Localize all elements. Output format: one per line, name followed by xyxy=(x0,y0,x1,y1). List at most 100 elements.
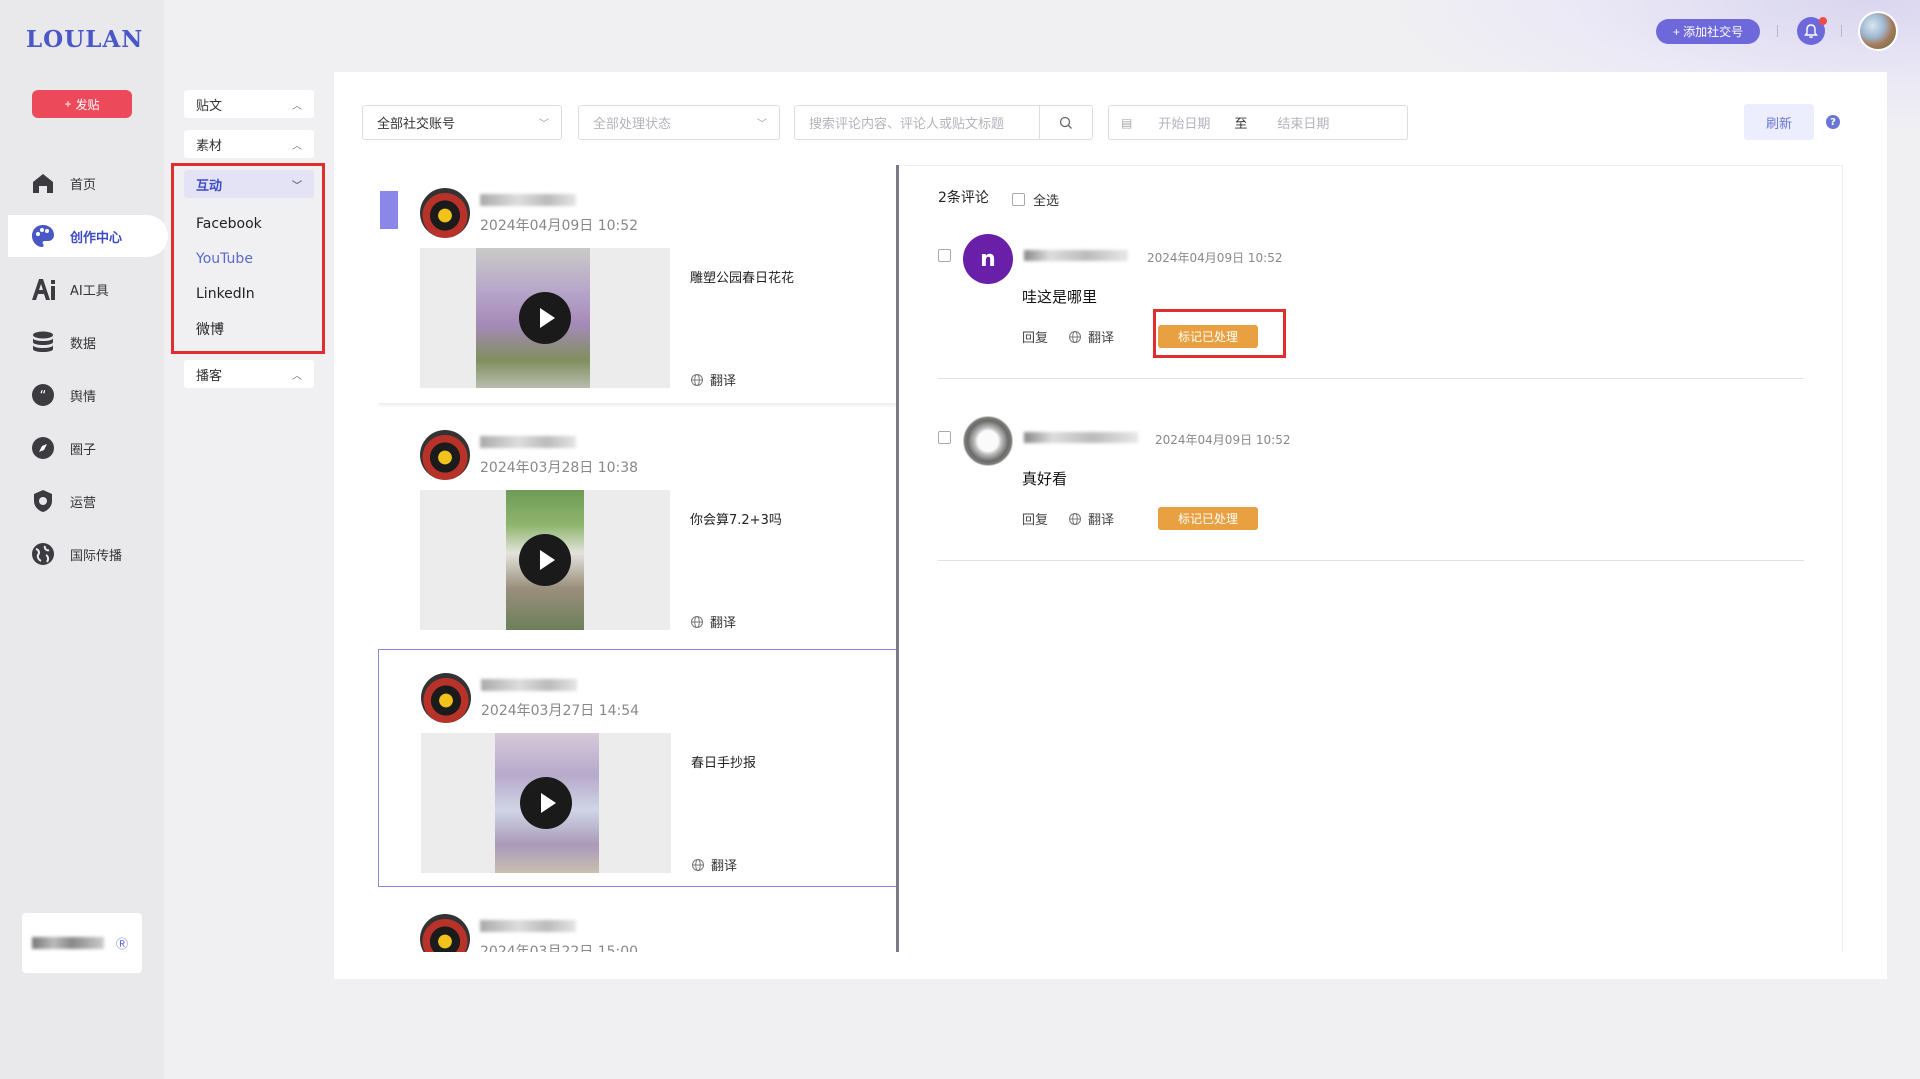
translate-label: 翻译 xyxy=(710,374,737,389)
start-date-input[interactable]: 开始日期 xyxy=(1158,113,1210,132)
translate-button[interactable]: 翻译 xyxy=(691,855,737,874)
submenu-posts[interactable]: 贴文 ︿ xyxy=(184,90,314,118)
nav-label: 运营 xyxy=(70,495,97,511)
main-panel: 全部社交账号 ﹀ 全部处理状态 ﹀ 搜索评论内容、评论人或贴文标题 ▤ 开始日期… xyxy=(334,72,1887,979)
status-filter[interactable]: 全部处理状态 ﹀ xyxy=(578,105,780,140)
workspace-name xyxy=(32,937,104,949)
translate-button[interactable]: 翻译 xyxy=(690,370,736,389)
submenu-podcast[interactable]: 播客 ︿ xyxy=(184,360,314,388)
submenu-label: 贴文 xyxy=(196,98,223,114)
channel-avatar xyxy=(421,673,471,723)
workspace-switcher[interactable]: Ⓡ xyxy=(22,913,142,973)
notification-dot xyxy=(1819,17,1827,25)
date-range-picker[interactable]: ▤ 开始日期 至 结束日期 xyxy=(1108,105,1408,140)
chevron-up-icon: ︿ xyxy=(292,140,302,152)
refresh-button[interactable]: 刷新 xyxy=(1744,104,1814,140)
search-icon xyxy=(1059,116,1072,129)
plus-icon: + xyxy=(64,97,72,111)
submenu-label: 素材 xyxy=(196,138,223,154)
comment-date: 2024年04月09日 10:52 xyxy=(1147,251,1283,265)
post-date: 2024年03月22日 15:00 xyxy=(480,944,639,952)
comment-checkbox[interactable] xyxy=(938,249,951,262)
nav-item-ai-tools[interactable]: AI工具 xyxy=(0,268,164,310)
nav-label: 国际传播 xyxy=(70,548,123,564)
ai-icon xyxy=(30,276,56,302)
post-button[interactable]: + 发贴 xyxy=(32,90,132,118)
nav-label: 数据 xyxy=(70,336,97,352)
nav-label: 创作中心 xyxy=(70,230,123,246)
left-nav: LOULAN + 发贴 首页 创作中心 AI工具 数据 “ 舆情 圈子 运营 国… xyxy=(0,0,168,1079)
highlight-box-mark-processed xyxy=(1153,309,1286,358)
chevron-up-icon: ︿ xyxy=(292,100,302,112)
channel-avatar xyxy=(420,188,470,238)
post-list: 2024年04月09日 10:52 雕塑公园春日花花 翻译 2024年03月28… xyxy=(378,165,898,952)
post-card[interactable]: 2024年03月27日 14:54 春日手抄报 翻译 xyxy=(378,649,898,887)
divider xyxy=(1841,25,1842,37)
nav-item-operations[interactable]: 运营 xyxy=(0,480,164,522)
post-title: 雕塑公园春日花花 xyxy=(690,271,795,286)
reply-button[interactable]: 回复 xyxy=(1022,509,1048,528)
nav-label: 圈子 xyxy=(70,442,97,458)
search-input[interactable]: 搜索评论内容、评论人或贴文标题 xyxy=(794,105,1040,140)
reply-button[interactable]: 回复 xyxy=(1022,327,1048,346)
user-avatar[interactable] xyxy=(1858,11,1898,51)
translate-label: 翻译 xyxy=(710,616,737,631)
chevron-down-icon: ﹀ xyxy=(757,119,767,130)
post-button-label: 发贴 xyxy=(75,97,100,112)
play-icon[interactable] xyxy=(520,777,572,829)
mark-processed-button[interactable]: 标记已处理 xyxy=(1158,507,1259,530)
select-all[interactable]: 全选 xyxy=(1012,190,1059,209)
scrollbar[interactable] xyxy=(896,165,899,952)
commenter-name xyxy=(1024,432,1138,443)
globe-icon xyxy=(1069,330,1082,343)
video-thumbnail[interactable] xyxy=(420,248,670,388)
translate-label: 翻译 xyxy=(1088,513,1115,528)
comment-text: 哇这是哪里 xyxy=(1022,288,1098,306)
nav-item-home[interactable]: 首页 xyxy=(0,162,164,204)
comment-item: 2024年04月09日 10:52 真好看 回复 翻译 标记已处理 xyxy=(938,416,1804,561)
translate-button[interactable]: 翻译 xyxy=(1068,327,1114,346)
nav-item-international[interactable]: 国际传播 xyxy=(0,533,164,575)
submenu-materials[interactable]: 素材 ︿ xyxy=(184,130,314,158)
commenter-avatar: n xyxy=(963,234,1013,284)
post-title: 春日手抄报 xyxy=(691,756,757,771)
add-account-button[interactable]: + 添加社交号 xyxy=(1656,19,1760,44)
nav-label: 首页 xyxy=(70,177,97,193)
translate-label: 翻译 xyxy=(711,859,738,874)
nav-item-creation-center[interactable]: 创作中心 xyxy=(8,215,168,257)
account-filter[interactable]: 全部社交账号 ﹀ xyxy=(362,105,562,140)
submenu-label: 播客 xyxy=(196,368,223,384)
end-date-input[interactable]: 结束日期 xyxy=(1277,113,1329,132)
nav-item-circle[interactable]: 圈子 xyxy=(0,427,164,469)
help-icon[interactable]: ? xyxy=(1826,115,1840,129)
post-card[interactable]: 2024年04月09日 10:52 雕塑公园春日花花 翻译 xyxy=(378,165,898,403)
post-date: 2024年03月27日 14:54 xyxy=(481,703,640,719)
compass-icon xyxy=(30,435,56,461)
account-filter-value: 全部社交账号 xyxy=(377,117,456,132)
video-thumbnail[interactable] xyxy=(421,733,671,873)
comment-actions: 回复 翻译 标记已处理 xyxy=(1022,507,1259,530)
highlight-box-interaction xyxy=(171,163,325,354)
channel-avatar xyxy=(420,914,470,952)
post-card[interactable]: 2024年03月22日 15:00 xyxy=(378,891,898,952)
play-icon[interactable] xyxy=(519,534,571,586)
status-filter-value: 全部处理状态 xyxy=(593,117,672,132)
globe-icon xyxy=(691,615,703,628)
select-all-label: 全选 xyxy=(1033,194,1060,209)
select-all-checkbox[interactable] xyxy=(1012,193,1025,206)
search-button[interactable] xyxy=(1039,105,1093,140)
translate-button[interactable]: 翻译 xyxy=(1068,509,1114,528)
add-account-label: 添加社交号 xyxy=(1683,25,1744,39)
video-thumbnail[interactable] xyxy=(420,490,670,630)
home-icon xyxy=(30,170,56,196)
chevron-down-icon: ﹀ xyxy=(539,119,549,130)
comment-checkbox[interactable] xyxy=(938,431,951,444)
play-icon[interactable] xyxy=(519,292,571,344)
divider xyxy=(1777,25,1778,37)
nav-item-sentiment[interactable]: “ 舆情 xyxy=(0,374,164,416)
comment-item: n 2024年04月09日 10:52 哇这是哪里 回复 翻译 标记已处理 xyxy=(938,234,1804,379)
nav-item-data[interactable]: 数据 xyxy=(0,321,164,363)
post-card[interactable]: 2024年03月28日 10:38 你会算7.2+3吗 翻译 xyxy=(378,407,898,645)
translate-button[interactable]: 翻译 xyxy=(690,612,736,631)
logo: LOULAN xyxy=(26,26,144,53)
